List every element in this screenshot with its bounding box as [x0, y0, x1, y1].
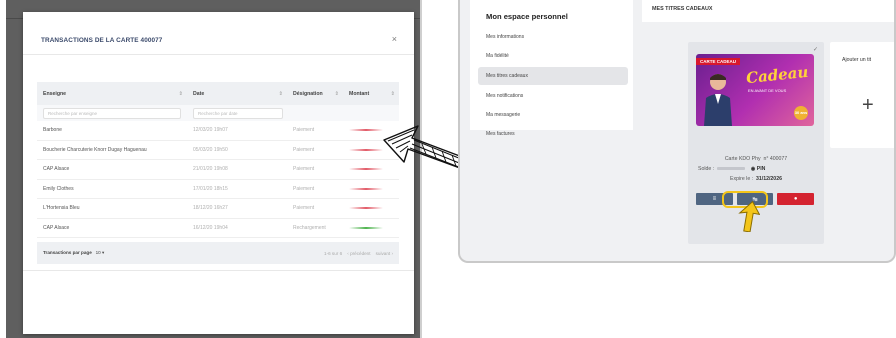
remove-card-button[interactable]: ● [777, 193, 815, 205]
card-ribbon: CARTE CADEAU [696, 58, 740, 65]
amount-bar [349, 226, 383, 229]
table-row: CAP Alsace 21/01/20 19h08 Paiement [37, 160, 399, 180]
card-balance-line: Solde : ◉ PIN [688, 166, 824, 172]
cell-enseigne: CAP Alsace [43, 224, 70, 231]
masked-balance [717, 167, 746, 171]
next-page-button[interactable]: suivant › [376, 251, 393, 256]
card-image-title: Cadeau [745, 62, 810, 88]
cell-enseigne: Barbone [43, 127, 62, 134]
modal-title: TRANSACTIONS DE LA CARTE 400077 [41, 37, 163, 44]
anniversary-badge: 30 ans [794, 106, 808, 120]
column-header-enseigne[interactable]: Enseigne ⇕ [37, 91, 187, 97]
cell-designation: Paiement [293, 185, 315, 192]
transactions-table: Enseigne ⇕ Date ⇕ Désignation ⇕ Montant ⇕ Re… [37, 82, 399, 264]
section-header: MES TITRES CADEAUX [642, 0, 894, 22]
enseigne-filter-input[interactable]: Recherche par enseigne [43, 107, 181, 119]
balance-label: Solde : [698, 166, 715, 172]
presenter-figure-icon [704, 74, 732, 126]
amount-bar [349, 207, 383, 210]
gift-card[interactable]: ✓ CARTE CADEAU Cadeau EN AVANT DE VOUS 3… [688, 42, 824, 244]
cell-designation: Rechargement [293, 224, 326, 231]
sidebar-item-informations[interactable]: Mes informations [478, 28, 628, 46]
table-filters: Recherche par enseigne Recherche par dat… [37, 105, 399, 121]
cell-enseigne: CAP Alsace [43, 166, 70, 173]
column-header-montant[interactable]: Montant ⇕ [343, 91, 399, 97]
table-row: Emily Clothes 17/01/20 18h15 Paiement [37, 180, 399, 199]
pin-toggle-button[interactable]: ◉ PIN [751, 166, 766, 172]
sidebar-item-fidelite[interactable]: Ma fidélité [478, 47, 628, 65]
expiry-label: Expire le : [730, 176, 754, 182]
cell-date: 12/03/20 19h07 [193, 127, 228, 134]
sidebar-item-messagerie[interactable]: Ma messagerie [478, 106, 628, 124]
sort-icon[interactable]: ⇕ [391, 91, 395, 97]
cell-designation: Paiement [293, 127, 315, 134]
sort-icon[interactable]: ⇕ [279, 91, 283, 97]
close-icon[interactable]: × [392, 34, 397, 44]
main-content: MES TITRES CADEAUX ✓ CARTE CADEAU Cadeau… [642, 0, 894, 261]
transactions-modal: TRANSACTIONS DE LA CARTE 400077 × Enseig… [23, 12, 414, 334]
cell-designation: Paiement [293, 166, 315, 173]
modal-overlay: TRANSACTIONS DE LA CARTE 400077 × Enseig… [6, 0, 422, 338]
previous-page-button[interactable]: ‹ précédent [347, 251, 370, 256]
sidebar-title: Mon espace personnel [486, 12, 568, 21]
card-expiry-line: Expire le : 31/12/2026 [688, 176, 824, 182]
cell-designation: Paiement [293, 205, 315, 212]
chevron-down-icon[interactable]: ▾ [102, 250, 104, 255]
expiry-value: 31/12/2026 [756, 176, 782, 182]
table-row: Barbone 12/03/20 19h07 Paiement [37, 121, 399, 141]
cell-date: 05/03/20 19h50 [193, 146, 228, 153]
column-header-designation[interactable]: Désignation ⇕ [287, 91, 343, 97]
sidebar-item-titres-cadeaux[interactable]: Mes titres cadeaux [478, 67, 628, 85]
sort-icon[interactable]: ⇕ [335, 91, 339, 97]
rows-per-page-select[interactable]: 10 [96, 250, 101, 255]
check-icon: ✓ [812, 47, 818, 53]
cell-montant [343, 225, 399, 231]
table-footer: Transactions par page 10 ▾ 1-6 sur 6 ‹ p… [37, 242, 399, 264]
add-gift-card-button[interactable]: Ajouter un tit + [830, 42, 894, 148]
personal-space-panel: Mon espace personnel Mes informations Ma… [458, 0, 896, 263]
cell-date: 16/12/20 19h04 [193, 224, 228, 231]
cell-enseigne: Emily Clothes [43, 185, 74, 192]
cell-designation: Paiement [293, 146, 315, 153]
card-number-value: n° 400077 [763, 156, 788, 162]
sidebar-item-notifications[interactable]: Mes notifications [478, 87, 628, 105]
modal-footer-divider [23, 270, 414, 271]
sort-icon[interactable]: ⇕ [179, 91, 183, 97]
cell-enseigne: Boucherie Charcuterie Knorr Dugay Haguen… [43, 146, 147, 153]
table-row: Boucherie Charcuterie Knorr Dugay Haguen… [37, 141, 399, 160]
column-header-date[interactable]: Date ⇕ [187, 91, 287, 97]
card-number-line: Carte KDO Phy n° 400077 [688, 156, 824, 162]
plus-icon: + [862, 94, 874, 116]
sidebar: Mon espace personnel Mes informations Ma… [470, 0, 633, 137]
cell-date: 18/12/20 16h27 [193, 205, 228, 212]
date-filter-input[interactable]: Recherche par date [193, 107, 283, 119]
rows-per-page-label: Transactions par page [43, 250, 92, 255]
cell-date: 17/01/20 18h15 [193, 185, 228, 192]
modal-divider [23, 54, 414, 55]
table-row: CAP Alsace 16/12/20 19h04 Rechargement [37, 219, 399, 238]
section-title: MES TITRES CADEAUX [652, 6, 713, 12]
gift-card-image: CARTE CADEAU Cadeau EN AVANT DE VOUS 30 … [696, 54, 814, 126]
pointer-arrow-icon [738, 200, 760, 232]
table-row: L'Hortensia Bleu 18/12/20 16h27 Paiement [37, 199, 399, 219]
cell-enseigne: L'Hortensia Bleu [43, 205, 80, 212]
pagination-range: 1-6 sur 6 [324, 250, 343, 256]
cell-date: 21/01/20 19h08 [193, 166, 228, 173]
cell-montant [343, 205, 399, 211]
table-header: Enseigne ⇕ Date ⇕ Désignation ⇕ Montant ⇕ [37, 82, 399, 105]
card-image-subtitle: EN AVANT DE VOUS [748, 88, 787, 93]
card-type-label: Carte KDO Phy [724, 156, 761, 162]
add-card-label: Ajouter un tit [842, 57, 872, 63]
sidebar-item-factures[interactable]: Mes factures [478, 125, 628, 143]
